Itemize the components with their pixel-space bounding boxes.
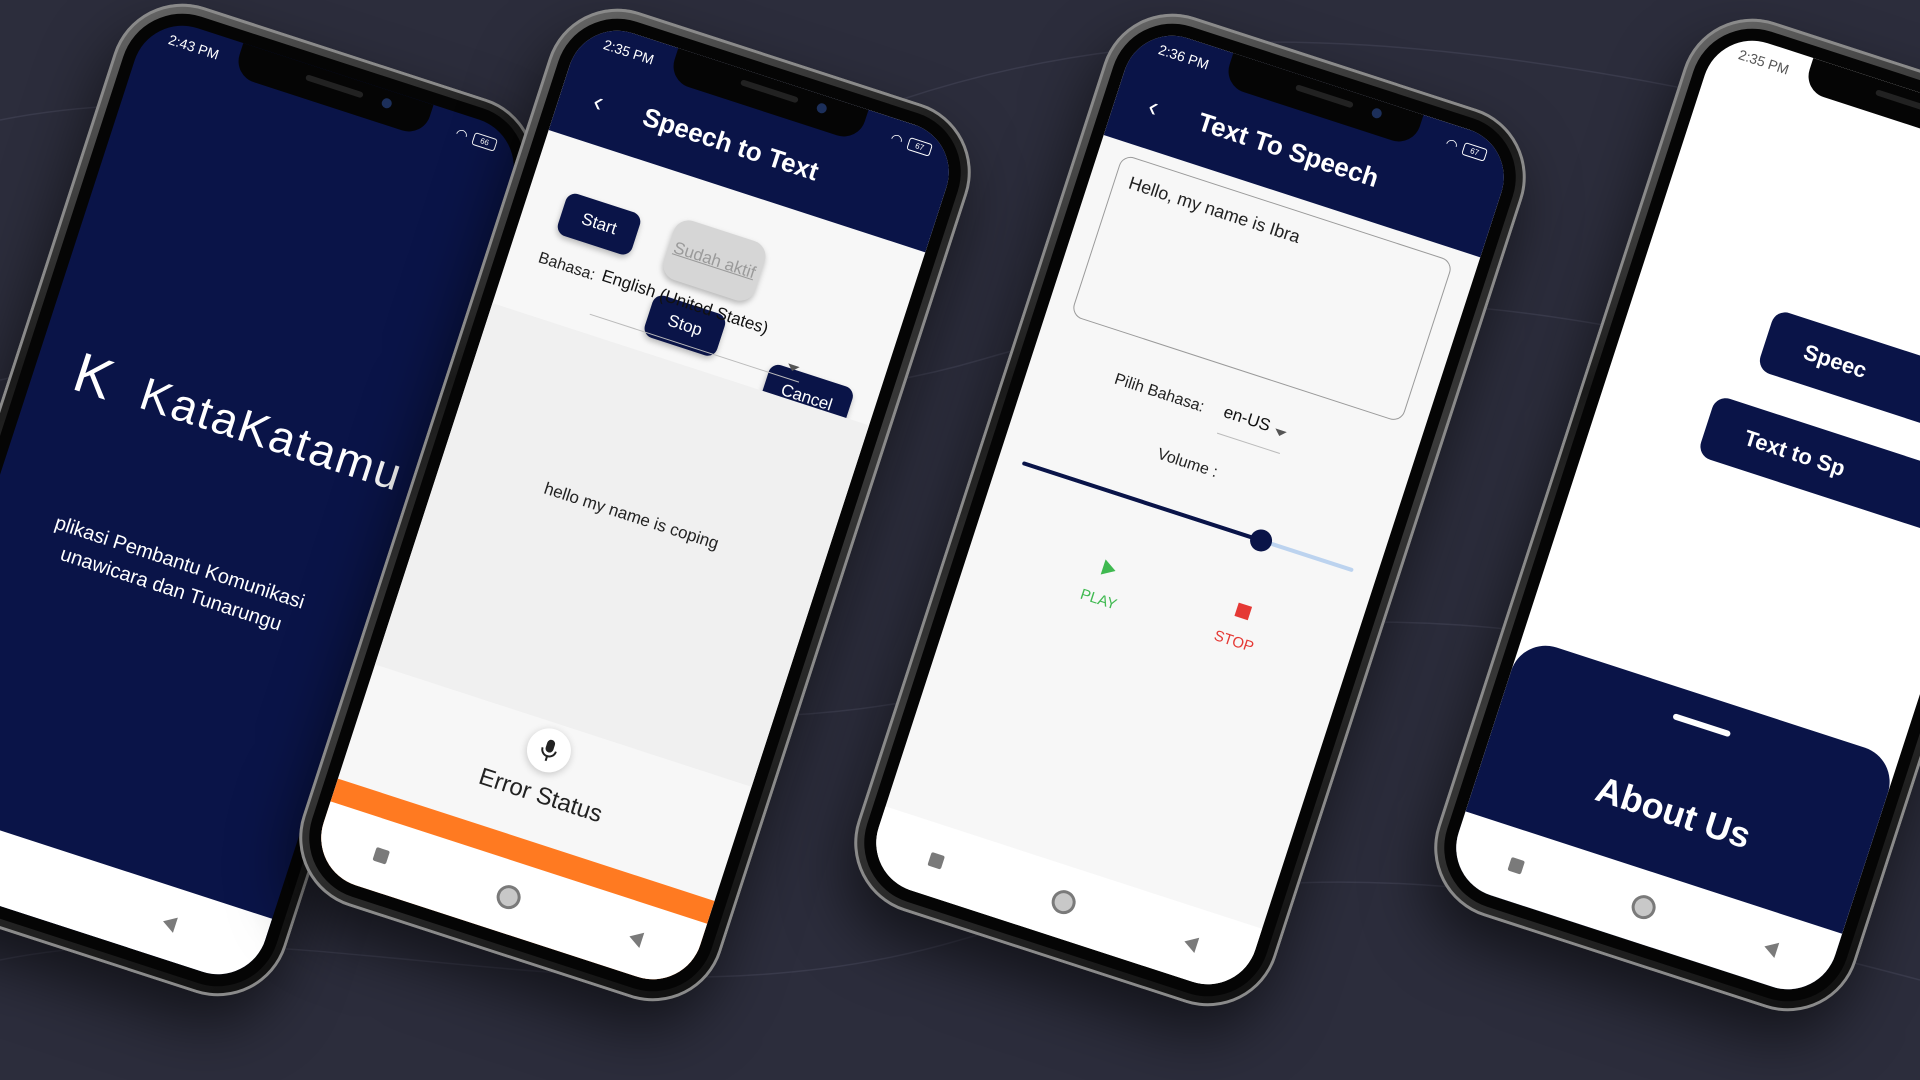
status-time: 2:43 PM [166, 31, 222, 63]
app-logo: K KataKatamu [66, 339, 410, 505]
stop-button[interactable]: STOP [1212, 598, 1265, 656]
slider-thumb[interactable] [1246, 526, 1275, 555]
language-value: en-US [1221, 402, 1273, 436]
battery-icon: 67 [1461, 141, 1489, 162]
language-dropdown[interactable]: en-US [1216, 402, 1290, 454]
recognized-text: hello my name is coping [541, 478, 722, 554]
recent-apps-icon[interactable] [1506, 856, 1525, 875]
stop-icon [1234, 602, 1253, 621]
wifi-icon: ◠ [888, 129, 906, 149]
status-time: 2:35 PM [1736, 46, 1792, 78]
wifi-icon: ◠ [1443, 134, 1461, 154]
microphone-icon[interactable] [521, 722, 577, 779]
recent-apps-icon[interactable] [926, 851, 945, 870]
language-label: Pilih Bahasa: [1112, 370, 1207, 416]
back-icon[interactable] [1181, 933, 1199, 953]
chevron-down-icon [1273, 428, 1287, 438]
chevron-down-icon [786, 363, 800, 373]
battery-icon: 66 [471, 131, 499, 152]
back-icon[interactable] [160, 913, 179, 933]
volume-label: Volume : [1155, 445, 1220, 482]
logo-divider [117, 356, 137, 416]
back-arrow-icon[interactable]: ‹ [1144, 90, 1162, 123]
stop-label: STOP [1211, 627, 1256, 656]
app-tagline: plikasi Pembantu Komunikasi unawicara da… [0, 491, 363, 660]
play-label: PLAY [1078, 585, 1119, 614]
home-icon[interactable] [493, 881, 524, 913]
home-icon[interactable] [1628, 891, 1659, 923]
start-button[interactable]: Start [555, 191, 643, 258]
language-label: Bahasa: [536, 249, 598, 284]
app-name: KataKatamu [134, 366, 410, 501]
back-arrow-icon[interactable]: ‹ [589, 85, 607, 118]
back-icon[interactable] [626, 928, 644, 948]
play-button[interactable]: PLAY [1078, 554, 1129, 613]
play-icon [1100, 559, 1116, 575]
home-icon[interactable] [1048, 886, 1079, 918]
battery-icon: 67 [906, 136, 934, 157]
wifi-icon: ◠ [453, 124, 471, 144]
text-to-speech-menu-button[interactable]: Text to Sp [1696, 394, 1920, 558]
logo-letter: K [66, 339, 122, 412]
sheet-drag-handle[interactable] [1672, 713, 1732, 738]
back-icon[interactable] [1761, 938, 1779, 958]
slider-track-active [1021, 460, 1262, 543]
recent-apps-icon[interactable] [371, 846, 390, 865]
